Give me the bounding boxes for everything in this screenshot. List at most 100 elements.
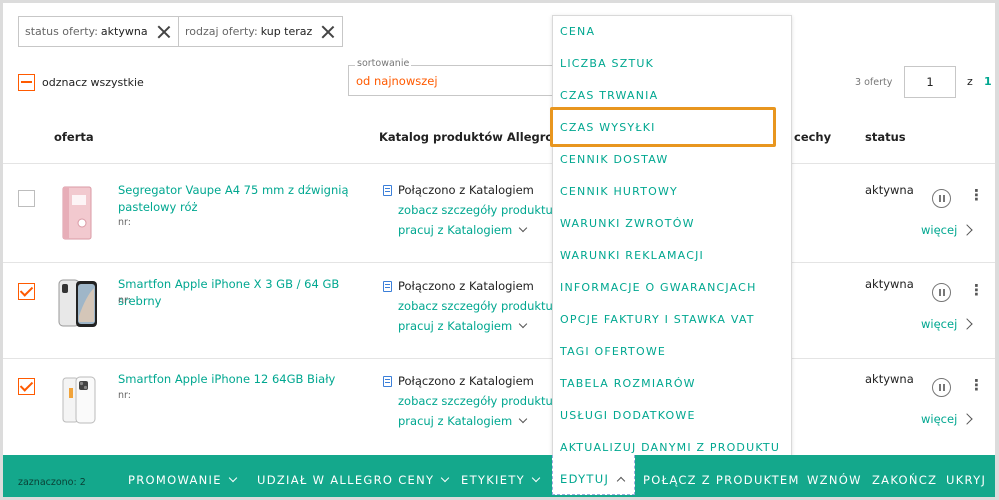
page-number-input[interactable]: 1 [904,66,956,98]
work-with-catalog-label: pracuj z Katalogiem [398,223,513,237]
chevron-right-icon[interactable] [961,318,973,330]
menu-item-return-policy[interactable]: WARUNKI ZWROTÓW [560,213,695,235]
work-with-catalog-label: pracuj z Katalogiem [398,414,513,428]
link-product-button[interactable]: POŁĄCZ Z PRODUKTEM [643,473,800,487]
product-details-link[interactable]: zobacz szczegóły produktu [398,394,553,408]
catalog-cell: Połączono z Katalogiem zobacz szczegóły … [383,374,553,428]
offer-number: nr: [118,295,131,306]
menu-item-invoice-vat[interactable]: OPCJE FAKTURY I STAWKA VAT [560,309,755,331]
chevron-down-icon [531,473,541,483]
work-with-catalog-link[interactable]: pracuj z Katalogiem [398,319,553,333]
status-label: aktywna [865,372,914,386]
hide-button[interactable]: UKRYJ [946,473,986,487]
promote-button[interactable]: PROMOWANIE [128,473,238,487]
product-details-link[interactable]: zobacz szczegóły produktu [398,299,553,313]
offer-number: nr: [118,390,131,401]
more-options-icon[interactable]: ⋮ [969,283,984,298]
page-total-link[interactable]: 1 [984,75,992,88]
menu-item-complaint-policy[interactable]: WARUNKI REKLAMACJI [560,245,704,267]
edit-dropdown-menu: CENA LICZBA SZTUK CZAS TRWANIA CZAS WYSY… [552,15,792,466]
deselect-all[interactable]: odznacz wszystkie [18,74,144,91]
catalog-linked-label: Połączono z Katalogiem [398,374,534,388]
labels-button[interactable]: ETYKIETY [461,473,541,487]
pause-icon[interactable] [932,378,951,397]
chevron-down-icon [518,414,528,424]
more-link[interactable]: więcej [921,317,957,331]
edit-button-label: EDYTUJ [560,472,626,486]
filter-chip-status: status oferty: aktywna [18,16,179,47]
pause-icon[interactable] [932,189,951,208]
column-header-catalog-label: Katalog produktów Allegro [379,130,554,144]
resume-button[interactable]: WZNÓW [807,473,862,487]
filter-chip-value: kup teraz [260,25,313,38]
filter-chip-label: status oferty: [25,25,98,38]
column-header-catalog: Katalog produktów Allegroi [379,130,568,144]
selected-count: zaznaczono: 2 [18,477,86,488]
product-thumbnail [62,376,96,424]
menu-item-duration[interactable]: CZAS TRWANIA [560,85,658,107]
offer-title-link[interactable]: Segregator Vaupe A4 75 mm z dźwignią pas… [118,182,368,216]
table-row: Segregator Vaupe A4 75 mm z dźwignią pas… [3,167,995,263]
product-details-link[interactable]: zobacz szczegóły produktu [398,203,553,217]
catalog-cell: Połączono z Katalogiem zobacz szczegóły … [383,279,553,333]
column-header-offer: oferta [54,130,94,144]
filter-chip-label: rodzaj oferty: [185,25,258,38]
close-icon[interactable] [156,24,172,40]
more-options-icon[interactable]: ⋮ [969,188,984,203]
chevron-up-icon [616,476,626,486]
chevron-down-icon [441,473,450,483]
more-options-icon[interactable]: ⋮ [969,378,984,393]
offer-title-link[interactable]: Smartfon Apple iPhone X 3 GB / 64 GB sre… [118,276,368,310]
end-button[interactable]: ZAKOŃCZ [872,473,937,487]
menu-item-offer-tags[interactable]: TAGI OFERTOWE [560,341,666,363]
close-icon[interactable] [320,24,336,40]
chevron-down-icon [518,319,528,329]
filter-chip-value: aktywna [100,25,148,38]
column-header-features: cechy [794,130,832,144]
menu-item-price[interactable]: CENA [560,21,595,43]
deselect-all-label: odznacz wszystkie [42,76,144,89]
row-checkbox[interactable] [18,378,35,395]
work-with-catalog-label: pracuj z Katalogiem [398,319,513,333]
work-with-catalog-link[interactable]: pracuj z Katalogiem [398,414,553,428]
offer-number: nr: [118,217,131,228]
deselect-checkbox[interactable] [18,74,35,91]
edit-label: EDYTUJ [560,472,610,486]
bulk-action-bar: zaznaczono: 2 PROMOWANIE UDZIAŁ W ALLEGR… [3,455,995,497]
chevron-right-icon[interactable] [961,413,973,425]
catalog-cell: Połączono z Katalogiem zobacz szczegóły … [383,183,553,237]
catalog-linked: Połączono z Katalogiem [383,183,553,197]
menu-item-quantity[interactable]: LICZBA SZTUK [560,53,654,75]
sort-value: od najnowszej [356,74,438,88]
row-checkbox[interactable] [18,283,35,300]
document-icon [383,184,392,196]
more-link[interactable]: więcej [921,223,957,237]
column-header-status: status [865,130,906,144]
menu-item-wholesale-price-list[interactable]: CENNIK HURTOWY [560,181,678,203]
chevron-down-icon [518,223,528,233]
chevron-down-icon [228,473,238,483]
menu-item-size-table[interactable]: TABELA ROZMIARÓW [560,373,696,395]
document-icon [383,375,392,387]
work-with-catalog-link[interactable]: pracuj z Katalogiem [398,223,553,237]
row-checkbox[interactable] [18,190,35,207]
chevron-right-icon[interactable] [961,224,973,236]
menu-item-delivery-price-list[interactable]: CENNIK DOSTAW [560,149,668,171]
edit-button[interactable]: EDYTUJ [552,455,635,495]
menu-item-shipping-time[interactable]: CZAS WYSYŁKI [560,117,656,139]
more-link[interactable]: więcej [921,412,957,426]
product-thumbnail [58,279,97,327]
sort-select[interactable]: sortowanie od najnowszej [348,58,563,96]
table-row: Smartfon Apple iPhone 12 64GB Biały nr: … [3,358,995,454]
labels-button-label: ETYKIETY [461,473,525,487]
offer-title-link[interactable]: Smartfon Apple iPhone 12 64GB Biały [118,371,368,388]
menu-item-additional-services[interactable]: USŁUGI DODATKOWE [560,405,696,427]
menu-item-warranty-info[interactable]: INFORMACJE O GWARANCJACH [560,277,757,299]
price-share-button-label: UDZIAŁ W ALLEGRO CENY [257,473,435,487]
pause-icon[interactable] [932,283,951,302]
sort-caption: sortowanie [355,58,412,69]
product-thumbnail [62,186,92,240]
price-share-button[interactable]: UDZIAŁ W ALLEGRO CENY [257,473,450,487]
catalog-linked: Połączono z Katalogiem [383,279,553,293]
document-icon [383,280,392,292]
